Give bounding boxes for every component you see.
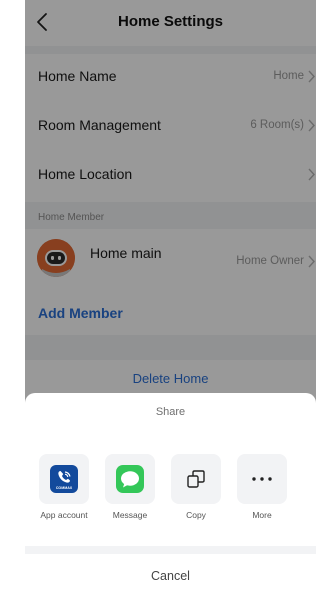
message-icon	[116, 465, 144, 493]
share-tile	[171, 454, 221, 504]
share-sheet-title: Share	[155, 406, 186, 418]
share-tile: COMMAX	[39, 454, 89, 504]
home-settings-screen: Home Settings Home Name Home Room Manage…	[25, 0, 316, 604]
share-option-copy[interactable]: Copy	[166, 454, 226, 524]
more-icon	[252, 477, 272, 481]
share-option-more[interactable]: More	[232, 454, 292, 524]
cancel-label: Cancel	[151, 569, 190, 583]
app-account-label: App account	[40, 510, 88, 520]
share-option-app-account[interactable]: COMMAX App account	[34, 454, 94, 524]
share-option-message[interactable]: Message	[100, 454, 160, 524]
share-tile	[237, 454, 287, 504]
sheet-divider	[25, 546, 316, 554]
commax-logo-text: COMMAX	[56, 486, 73, 490]
message-label: Message	[112, 510, 148, 520]
copy-icon	[187, 470, 205, 488]
commax-app-icon: COMMAX	[50, 465, 78, 493]
more-label: More	[252, 510, 272, 520]
copy-label: Copy	[186, 510, 206, 520]
share-sheet: Share COMMAX App account Message Copy Mo…	[25, 393, 316, 604]
share-tile	[105, 454, 155, 504]
cancel-button[interactable]: Cancel	[25, 554, 316, 604]
